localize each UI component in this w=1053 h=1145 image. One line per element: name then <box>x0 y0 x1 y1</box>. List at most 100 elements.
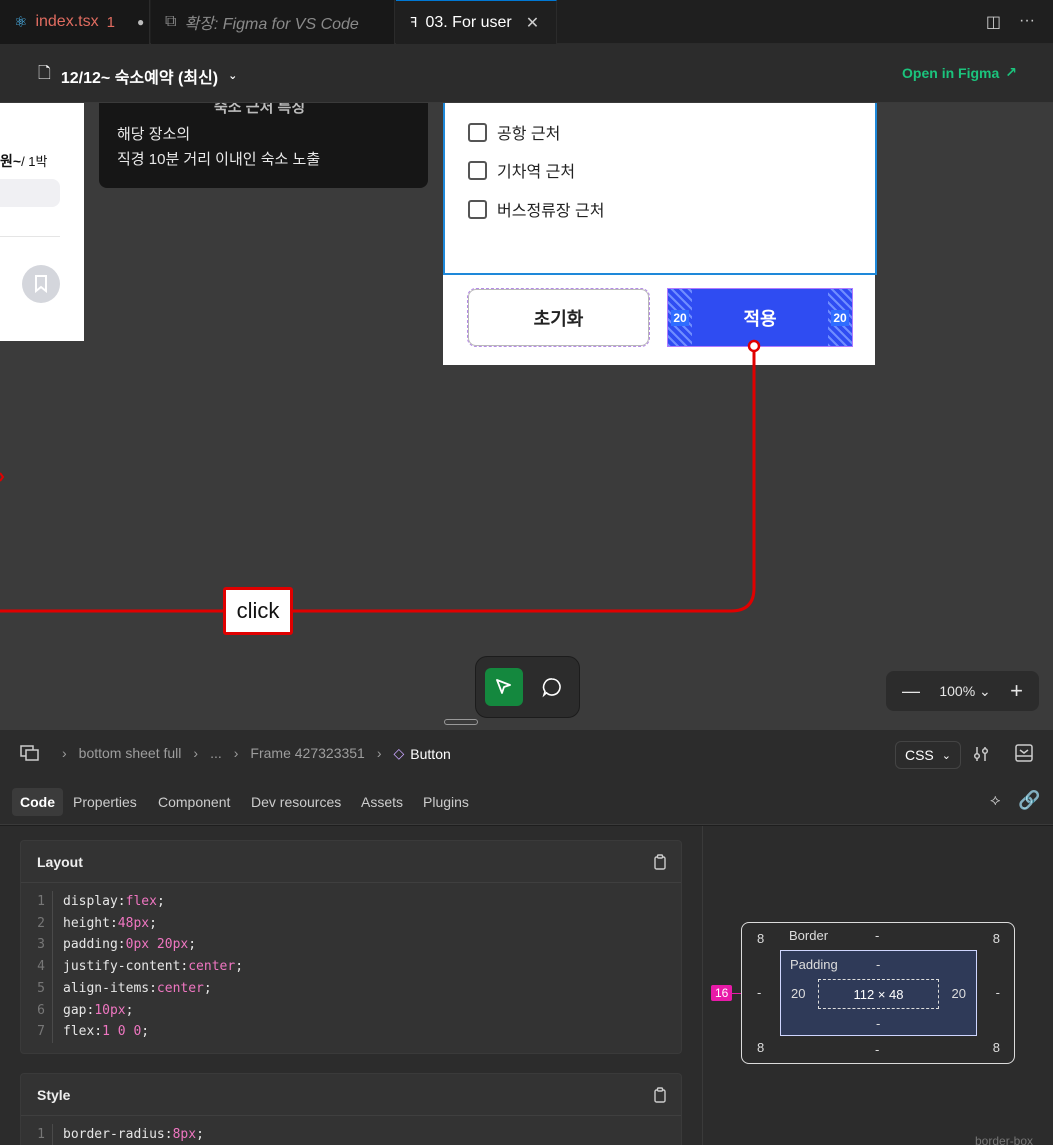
zoom-in-icon[interactable]: + <box>1010 678 1023 704</box>
inspect-tabs: Code Properties Component Dev resources … <box>0 778 1053 825</box>
breadcrumb-current[interactable]: ◇ Button <box>394 745 451 762</box>
tab-label: 확장: Figma for VS Code <box>184 16 359 33</box>
semicolon: ; <box>188 937 197 953</box>
style-code[interactable]: 1 border-radius: 8px; <box>21 1116 681 1145</box>
open-in-figma-link[interactable]: Open in Figma ↗ <box>902 64 1017 81</box>
more-actions-icon[interactable]: ··· <box>1019 12 1035 32</box>
padding-left-value: 20 <box>791 986 806 1001</box>
padding-right-value: 20 <box>951 986 966 1001</box>
tab-code[interactable]: Code <box>12 788 63 816</box>
layout-header: Layout <box>21 841 681 883</box>
figma-icon: ꟻ <box>410 14 418 30</box>
radius-top-left: 8 <box>757 931 765 946</box>
border-label: Border <box>789 928 829 943</box>
line-number: 1 <box>37 1127 45 1142</box>
zoom-out-icon[interactable]: — <box>902 681 920 702</box>
tab-dev-resources[interactable]: Dev resources <box>243 788 349 816</box>
layout-code[interactable]: 1 display: flex; 2 height: 48px; 3 padding: 0… <box>21 883 681 1043</box>
css-value: 1 0 0 <box>102 1024 142 1040</box>
close-icon[interactable]: ✕ <box>526 13 539 33</box>
tab-label: index.tsx <box>35 13 99 30</box>
layout-code-card: Layout 1 display: flex; 2 height: 48px; 3 pad… <box>20 840 682 1054</box>
layers-icon[interactable] <box>20 744 40 765</box>
move-tool-icon[interactable] <box>485 668 523 706</box>
css-property: flex: <box>63 1024 103 1040</box>
inspect-panel: Layout 1 display: flex; 2 height: 48px; 3 pad… <box>0 826 1053 1145</box>
figma-canvas[interactable]: 원~/ 1박 숙소 근처 특징 해당 장소의 직경 10분 거리 이내인 숙소 … <box>0 103 1053 730</box>
line-number: 6 <box>37 1002 45 1018</box>
breadcrumb-item[interactable]: ... <box>210 745 222 762</box>
box-sizing-label: border-box <box>975 1134 1034 1145</box>
tab-plugins[interactable]: Plugins <box>415 788 477 816</box>
inspect-panel-icon[interactable] <box>1014 743 1034 766</box>
react-icon: ⚛ <box>14 14 28 31</box>
figma-header: 🗋 12/12~ 숙소예약 (최신) ⌄ Open in Figma ↗ <box>0 44 1053 103</box>
breadcrumb-separator-icon: › <box>233 745 239 761</box>
breadcrumb-item[interactable]: Frame 427323351 <box>250 745 364 762</box>
copy-icon[interactable] <box>653 854 667 873</box>
semicolon: ; <box>149 915 157 931</box>
semicolon: ; <box>196 1127 204 1142</box>
document-selector[interactable]: 🗋 12/12~ 숙소예약 (최신) ⌄ <box>38 62 237 89</box>
style-title: Style <box>37 1086 71 1103</box>
border-left-value: - <box>757 985 762 1000</box>
prototype-trigger-label[interactable]: click <box>223 587 293 635</box>
radius-bottom-right: 8 <box>992 1040 1000 1055</box>
tab-properties[interactable]: Properties <box>65 788 145 816</box>
style-header: Style <box>21 1074 681 1116</box>
mark-ready-icon[interactable]: ⟡ <box>990 792 1001 810</box>
language-value: CSS <box>904 747 934 763</box>
unsaved-dot-icon[interactable]: ● <box>137 15 144 29</box>
code-line: 6 gap: 10px; <box>21 999 681 1022</box>
code-line: 1 display: flex; <box>21 891 681 913</box>
line-number: 5 <box>37 980 45 996</box>
tab-assets[interactable]: Assets <box>353 788 411 816</box>
breadcrumb-items: › bottom sheet full › ... › Frame 427323… <box>62 745 451 762</box>
gutter <box>52 912 53 935</box>
breadcrumb-separator-icon: › <box>376 745 382 761</box>
code-line: 1 border-radius: 8px; <box>21 1124 681 1145</box>
breadcrumb: › bottom sheet full › ... › Frame 427323… <box>0 730 1053 778</box>
zoom-level[interactable]: 100% ⌄ <box>939 683 990 700</box>
gap-line <box>731 993 741 994</box>
breadcrumb-item[interactable]: bottom sheet full <box>79 745 182 762</box>
tab-index-tsx[interactable]: ⚛ index.tsx 1 ● <box>0 0 150 44</box>
border-top-value: - <box>875 928 880 943</box>
split-editor-icon[interactable]: ◫ <box>986 12 1001 32</box>
panel-divider[interactable] <box>702 826 703 1145</box>
box-model-content: 112 × 48 <box>818 979 939 1009</box>
tab-component[interactable]: Component <box>150 788 238 816</box>
editor-tab-bar: ⚛ index.tsx 1 ● ⧉ 확장: Figma for VS Code … <box>0 0 1053 44</box>
css-value: flex <box>125 894 157 909</box>
css-property: display: <box>63 894 126 909</box>
padding-bottom-value: - <box>876 1016 881 1031</box>
code-line: 5 align-items: center; <box>21 977 681 1000</box>
link-add-icon[interactable]: 🔗 <box>1018 790 1040 811</box>
file-icon: 🗋 <box>38 65 51 82</box>
settings-sliders-icon[interactable] <box>972 745 990 766</box>
line-number: 3 <box>37 937 45 953</box>
external-link-icon: ↗ <box>1005 64 1017 80</box>
semicolon: ; <box>235 959 244 975</box>
document-title: 12/12~ 숙소예약 (최신) <box>60 69 219 87</box>
chevron-down-icon: ⌄ <box>941 749 951 762</box>
tab-figma-extension[interactable]: ⧉ 확장: Figma for VS Code <box>151 0 395 44</box>
tab-for-user[interactable]: ꟻ 03. For user ✕ <box>396 0 557 44</box>
gutter <box>52 999 53 1022</box>
css-property: gap: <box>63 1002 95 1018</box>
extension-icon: ⧉ <box>165 13 177 30</box>
panel-resize-handle[interactable] <box>444 719 478 725</box>
code-line: 2 height: 48px; <box>21 912 681 935</box>
semicolon: ; <box>203 980 212 996</box>
layout-title: Layout <box>37 853 83 870</box>
comment-tool-icon[interactable] <box>533 668 571 706</box>
gutter <box>52 1124 53 1145</box>
padding-top-value: - <box>876 957 881 972</box>
css-value: 0px 20px <box>125 937 189 953</box>
copy-icon[interactable] <box>653 1087 667 1106</box>
language-select[interactable]: CSS ⌄ <box>895 741 961 769</box>
style-code-card: Style 1 border-radius: 8px; <box>20 1073 682 1145</box>
css-property: border-radius: <box>63 1127 173 1142</box>
open-in-figma-label: Open in Figma <box>902 64 1000 81</box>
css-property: height: <box>63 915 118 931</box>
